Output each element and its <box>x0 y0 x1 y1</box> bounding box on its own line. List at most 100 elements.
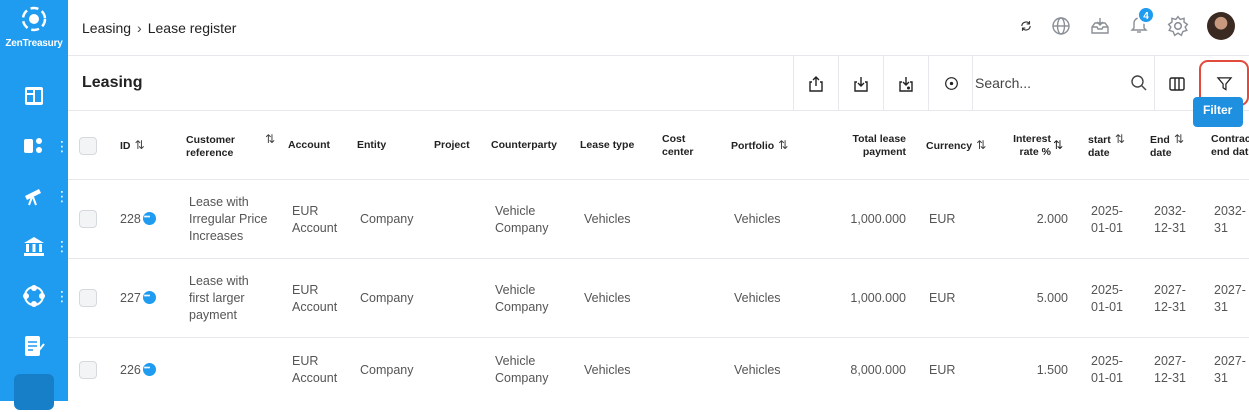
cell-entity: Company <box>360 363 414 377</box>
cell-counterparty: Vehicle Company <box>495 354 549 385</box>
cell-start-date: 2025- 01-01 <box>1091 354 1123 385</box>
column-header-portfolio[interactable]: Portfolio ⇅ <box>731 139 788 153</box>
sidebar-item-report[interactable] <box>0 326 68 366</box>
cell-lease-type: Vehicles <box>584 291 631 305</box>
export-icon <box>809 75 823 92</box>
add-circle-icon <box>944 77 958 90</box>
sidebar-item-telescope[interactable]: ⋮ <box>0 176 69 216</box>
more-icon[interactable]: ⋮ <box>55 189 69 203</box>
breadcrumb: Leasing › Lease register <box>82 20 236 36</box>
cell-contract-end-date: 2027- 31 <box>1214 283 1246 314</box>
more-icon[interactable]: ⋮ <box>55 139 69 153</box>
cell-id: 228 <box>120 209 156 228</box>
cell-end-date: 2032- 12-31 <box>1154 204 1186 235</box>
more-options-icon[interactable] <box>142 209 156 226</box>
row-checkbox[interactable] <box>79 289 97 307</box>
globe-icon[interactable] <box>1051 16 1071 36</box>
column-header-lease-type[interactable]: Lease type <box>580 139 634 152</box>
row-checkbox[interactable] <box>79 361 97 379</box>
sidebar-item-leasing[interactable] <box>0 372 68 412</box>
cell-interest-rate: 5.000 <box>1036 291 1068 305</box>
sidebar-item-modules[interactable]: ⋮ <box>0 126 69 166</box>
column-header-customer-reference[interactable]: Customer ⇅ reference <box>186 133 275 160</box>
download-tray-icon[interactable] <box>1089 16 1111 36</box>
download-button[interactable] <box>838 56 883 111</box>
chevron-right-icon: › <box>137 20 142 36</box>
search-icon[interactable] <box>1130 74 1148 92</box>
refresh-icon[interactable] <box>1019 16 1033 36</box>
bank-icon <box>24 237 44 256</box>
column-header-entity[interactable]: Entity <box>357 139 386 152</box>
more-icon[interactable]: ⋮ <box>55 289 69 303</box>
search-input[interactable] <box>973 70 1123 96</box>
network-icon <box>23 285 45 307</box>
top-bar: Leasing › Lease register 4 <box>68 0 1249 56</box>
more-icon[interactable]: ⋮ <box>55 239 69 253</box>
column-header-currency[interactable]: Currency ⇅ <box>926 139 986 153</box>
cell-lease-type: Vehicles <box>584 363 631 377</box>
table-row[interactable]: 226 EURAccount Company VehicleCompany Ve… <box>68 338 1249 401</box>
sort-icon[interactable]: ⇅ <box>1053 139 1063 152</box>
breadcrumb-item[interactable]: Leasing <box>82 20 131 36</box>
sidebar-item-bank[interactable]: ⋮ <box>0 226 69 266</box>
dashboard-icon <box>25 87 43 105</box>
cell-entity: Company <box>360 212 414 226</box>
row-checkbox[interactable] <box>79 210 97 228</box>
export-button[interactable] <box>793 56 838 111</box>
column-header-interest-rate[interactable]: Interest rate % <box>1004 133 1051 159</box>
sort-icon: ⇅ <box>778 138 789 152</box>
cell-customer-reference: Lease with Irregular Price Increases <box>189 195 268 243</box>
table-row[interactable]: 228 Lease withIrregular PriceIncreases E… <box>68 180 1249 259</box>
sidebar: ZenTreasury ⋮ ⋮ ⋮ ⋮ <box>0 0 69 410</box>
notification-badge: 4 <box>1137 5 1155 24</box>
column-header-start-date[interactable]: start ⇅ date <box>1088 133 1125 160</box>
gear-icon[interactable] <box>1167 15 1189 37</box>
cell-lease-type: Vehicles <box>584 212 631 226</box>
import-button[interactable] <box>883 56 928 111</box>
cell-total-lease-payment: 1,000.000 <box>850 212 906 226</box>
cell-start-date: 2025- 01-01 <box>1091 204 1123 235</box>
table-header: ID ⇅ Customer ⇅ reference Account Entity P… <box>68 111 1249 180</box>
page-toolbar: Leasing Search... Filter <box>68 56 1249 127</box>
avatar[interactable] <box>1207 12 1235 40</box>
add-button[interactable] <box>928 56 973 111</box>
cell-account: EUR Account <box>292 204 338 235</box>
more-options-icon[interactable] <box>142 360 156 377</box>
column-header-id[interactable]: ID ⇅ <box>120 139 145 153</box>
column-header-total-lease-payment[interactable]: Total lease payment <box>838 133 907 159</box>
sort-icon: ⇅ <box>265 132 276 146</box>
report-icon <box>25 336 45 356</box>
download-icon <box>854 76 868 92</box>
column-header-end-date[interactable]: End ⇅ date <box>1150 133 1184 160</box>
sidebar-item-network[interactable]: ⋮ <box>0 276 69 316</box>
column-header-project[interactable]: Project <box>434 139 470 152</box>
sidebar-item-dashboard[interactable] <box>0 76 68 116</box>
more-options-icon[interactable] <box>142 288 156 305</box>
page-title: Leasing <box>82 74 143 91</box>
cell-end-date: 2027- 12-31 <box>1154 283 1186 314</box>
column-header-counterparty[interactable]: Counterparty <box>491 139 557 152</box>
notifications[interactable]: 4 <box>1111 5 1155 39</box>
cell-interest-rate: 1.500 <box>1036 363 1068 377</box>
column-header-account[interactable]: Account <box>288 139 330 152</box>
filter-tooltip: Filter <box>1193 97 1243 127</box>
cell-contract-end-date: 2032- 31 <box>1214 204 1246 235</box>
cell-account: EUR Account <box>292 283 338 314</box>
cell-currency: EUR <box>929 212 956 226</box>
telescope-icon <box>25 189 41 206</box>
column-header-contract-end-date[interactable]: Contrac end dat <box>1211 133 1249 159</box>
modules-icon <box>24 138 42 153</box>
column-header-cost-center[interactable]: Cost center <box>662 133 694 159</box>
import-icon <box>899 76 913 92</box>
cell-portfolio: Vehicles <box>734 212 781 226</box>
breadcrumb-current: Lease register <box>147 20 237 36</box>
sort-icon: ⇅ <box>1173 132 1184 146</box>
select-all-checkbox[interactable] <box>79 137 97 155</box>
logo[interactable]: ZenTreasury <box>0 6 68 49</box>
table-row[interactable]: 227 Lease withfirst largerpayment EURAcc… <box>68 259 1249 338</box>
cell-portfolio: Vehicles <box>734 291 781 305</box>
columns-icon <box>1169 76 1185 91</box>
sort-icon: ⇅ <box>976 138 987 152</box>
cell-id: 226 <box>120 360 156 379</box>
cell-interest-rate: 2.000 <box>1036 212 1068 226</box>
